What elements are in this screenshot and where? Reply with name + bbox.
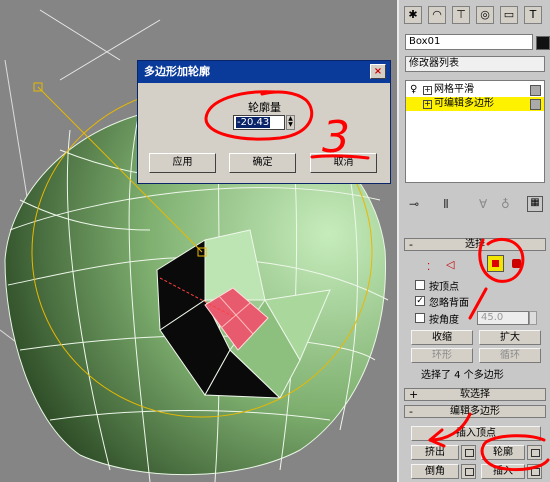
motion-icon: ◎ (480, 8, 490, 21)
extrude-button[interactable]: 挤出 (411, 445, 459, 460)
edit-polygons-label: 编辑多边形 (450, 406, 500, 417)
outline-amount-input[interactable]: -20.43 (233, 115, 285, 130)
loop-button[interactable]: 循环 (479, 348, 541, 363)
apply-button[interactable]: 应用 (149, 153, 216, 173)
create-tab[interactable]: ✱ (404, 6, 422, 24)
display-icon: ▭ (503, 8, 515, 21)
object-color-swatch[interactable] (536, 36, 550, 50)
bevel-button[interactable]: 倒角 (411, 464, 459, 479)
display-tab[interactable]: ▭ (500, 6, 518, 24)
selection-rollout-header[interactable]: - 选择 (404, 238, 546, 251)
close-icon: × (373, 66, 383, 77)
utilities-tab[interactable]: T (524, 6, 542, 24)
create-icon: ✱ (408, 8, 418, 21)
angle-input[interactable]: 45.0 (477, 311, 529, 325)
polygon-icon (492, 260, 499, 267)
selection-header-label: 选择 (465, 239, 485, 250)
outline-amount-spinner[interactable]: ▲ ▼ (286, 115, 295, 130)
soft-selection-rollout-header[interactable]: + 软选择 (404, 388, 546, 401)
insert-vertex-button[interactable]: 插入顶点 (411, 426, 541, 441)
outline-button[interactable]: 轮廓 (481, 445, 525, 460)
command-panel: ✱ ◠ ⊤ ◎ ▭ T Box01 修改器列表 ♀ + 网格平滑 + 可编辑多边… (397, 0, 550, 482)
inset-settings-button[interactable] (527, 464, 542, 479)
by-vertex-checkbox[interactable] (415, 280, 425, 290)
vertex-mode-icon[interactable]: ⁚ (427, 262, 430, 273)
stack-item-toggle[interactable] (530, 99, 541, 110)
extrude-settings-button[interactable] (461, 445, 476, 460)
modifier-list-dropdown[interactable]: 修改器列表 (405, 56, 545, 72)
configure-sets-icon[interactable]: ▦ (527, 196, 543, 212)
close-button[interactable]: × (370, 64, 386, 79)
modify-icon: ◠ (432, 8, 442, 21)
shrink-button[interactable]: 收缩 (411, 330, 473, 345)
outline-amount-value: -20.43 (236, 117, 271, 128)
outline-settings-button[interactable] (527, 445, 542, 460)
motion-tab[interactable]: ◎ (476, 6, 494, 24)
edge-mode-icon[interactable]: ◁ (446, 258, 454, 271)
stack-item-meshsmooth[interactable]: ♀ + 网格平滑 (406, 83, 544, 97)
outline-amount-label: 轮廓量 (248, 101, 281, 114)
stack-item-label: 网格平滑 (434, 84, 474, 95)
stack-item-toggle[interactable] (530, 85, 541, 96)
utilities-icon: T (529, 8, 537, 21)
remove-modifier-icon[interactable]: ♁ (501, 197, 510, 211)
stack-item-editable-poly[interactable]: + 可编辑多边形 (406, 97, 544, 111)
lightbulb-icon[interactable]: ♀ (410, 83, 417, 97)
hierarchy-tab[interactable]: ⊤ (452, 6, 470, 24)
ignore-backfacing-label: 忽略背面 (429, 298, 469, 309)
by-vertex-label: 按顶点 (429, 282, 459, 293)
edit-polygons-rollout-header[interactable]: - 编辑多边形 (404, 405, 546, 418)
ignore-backfacing-checkbox[interactable]: ✓ (415, 296, 425, 306)
angle-spinner[interactable] (529, 311, 537, 325)
expand-icon[interactable]: + (423, 86, 432, 95)
show-end-result-icon[interactable]: Ⅱ (443, 197, 449, 211)
modifier-stack[interactable]: ♀ + 网格平滑 + 可编辑多边形 (405, 80, 545, 183)
outline-polygons-dialog: 多边形加轮廓 × 轮廓量 -20.43 ▲ ▼ 应用 确定 取消 (137, 60, 391, 184)
grow-button[interactable]: 扩大 (479, 330, 541, 345)
bevel-settings-button[interactable] (461, 464, 476, 479)
by-angle-label: 按角度 (429, 315, 459, 326)
dialog-title: 多边形加轮廓 (138, 61, 390, 83)
polygon-mode-button[interactable] (487, 255, 504, 272)
modify-tab[interactable]: ◠ (428, 6, 446, 24)
pin-stack-icon[interactable]: ⊸ (409, 197, 419, 211)
make-unique-icon[interactable]: ∀ (479, 197, 487, 211)
expand-icon[interactable]: + (423, 100, 432, 109)
stack-item-label: 可编辑多边形 (434, 98, 494, 109)
modifier-list-label: 修改器列表 (409, 58, 459, 69)
soft-selection-label: 软选择 (460, 389, 490, 400)
ring-button[interactable]: 环形 (411, 348, 473, 363)
hierarchy-icon: ⊤ (456, 8, 466, 21)
selection-status: 选择了 4 个多边形 (421, 370, 504, 381)
by-angle-checkbox[interactable] (415, 313, 425, 323)
object-name-field[interactable]: Box01 (405, 34, 533, 50)
cancel-button[interactable]: 取消 (310, 153, 377, 173)
ok-button[interactable]: 确定 (229, 153, 296, 173)
element-mode-icon[interactable] (512, 259, 521, 268)
inset-button[interactable]: 插入 (481, 464, 525, 479)
